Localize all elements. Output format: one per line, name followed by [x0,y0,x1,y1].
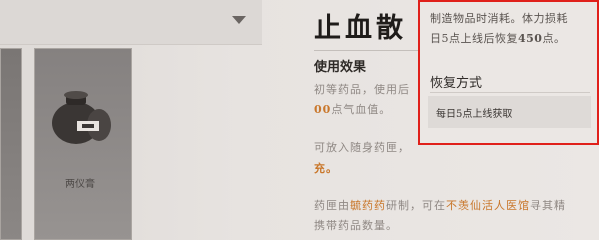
stamina-tooltip: 制造物品时消耗。体力损耗 日5点上线后恢复450点。 恢复方式 每日5点上线获取 [418,0,599,145]
recovery-method-box: 每日5点上线获取 [428,96,591,128]
inventory-slot[interactable] [0,48,22,240]
item-title: 止血散 [314,13,407,44]
chevron-down-icon[interactable] [232,16,246,24]
craft-line-1: 药匣由毓药药研制，可在不羡仙活人医馆寻其精 [314,197,566,213]
craft-mid: 研制，可在 [386,199,446,212]
divider [430,92,590,93]
medicine-jar-icon [52,91,111,144]
craft-prefix: 药匣由 [314,199,350,212]
effect-line-2: 00点气血值。 [314,101,391,117]
recovery-method-text: 每日5点上线获取 [436,109,513,120]
recovery-heading: 恢复方式 [430,76,483,91]
note-line-1: 可放入随身药匣， [314,141,410,154]
effect-heading: 使用效果 [314,60,367,75]
category-dropdown[interactable] [0,0,262,45]
effect-value: 00 [314,103,332,116]
craft-highlight-1: 毓药药 [350,199,386,212]
divider [314,50,418,51]
tooltip-line-2: 日5点上线后恢复450点。 [430,30,565,46]
tooltip-suffix: 点。 [542,32,566,45]
tooltip-number: 450 [518,32,543,45]
craft-highlight-2: 不羡仙活人医馆 [446,199,530,212]
inventory-slot-selected[interactable]: 两仪膏 [34,48,132,240]
craft-line-2: 携带药品数量。 [314,219,398,232]
tooltip-prefix: 日5点上线后恢复 [430,32,518,45]
effect-line-1: 初等药品，使用后 [314,83,410,96]
effect-text: 点气血值。 [331,103,392,116]
note-line-2: 充。 [314,162,338,175]
item-slot-label: 两仪膏 [65,179,95,190]
craft-suffix: 寻其精 [530,199,566,212]
tooltip-line-1: 制造物品时消耗。体力损耗 [430,12,568,25]
